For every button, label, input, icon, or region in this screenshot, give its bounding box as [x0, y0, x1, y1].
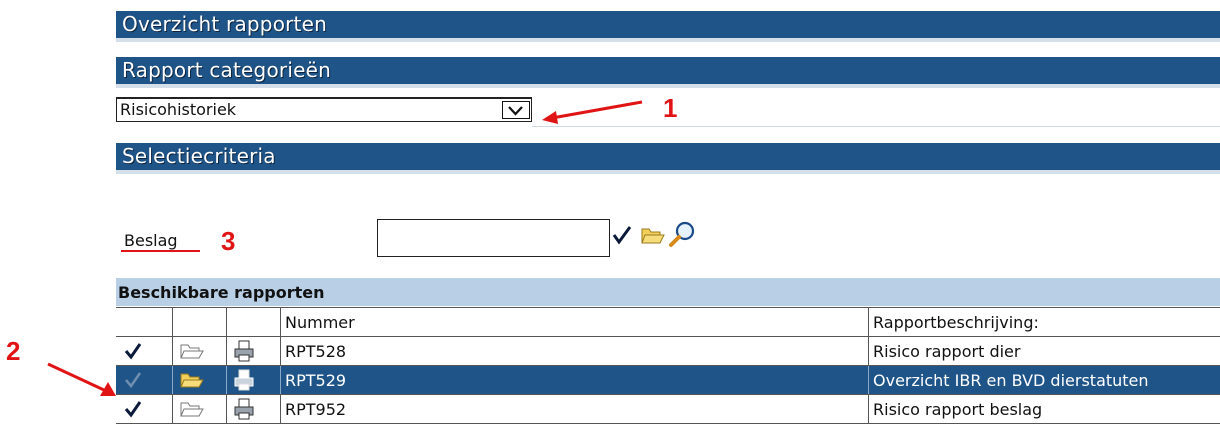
folder-open-icon[interactable]	[179, 370, 205, 390]
annotation-underline	[121, 250, 200, 252]
row-print-cell[interactable]	[226, 395, 280, 423]
row-description: Overzicht IBR en BVD dierstatuten	[868, 366, 1220, 394]
header-overview: Overzicht rapporten	[116, 11, 1220, 42]
row-print-cell[interactable]	[226, 337, 280, 365]
row-number: RPT529	[280, 366, 868, 394]
folder-open-icon[interactable]	[640, 224, 666, 246]
annotation-number-1: 1	[663, 93, 678, 123]
row-print-cell[interactable]	[226, 366, 280, 394]
search-icon[interactable]	[668, 220, 698, 248]
row-open-cell[interactable]	[172, 395, 226, 423]
row-number: RPT528	[280, 337, 868, 365]
reports-table: Nummer Rapportbeschrijving: RPT528 Risic…	[116, 307, 1220, 424]
beslag-label[interactable]: Beslag	[124, 231, 178, 250]
annotation-arrow-2	[47, 362, 116, 396]
printer-icon[interactable]	[233, 340, 255, 362]
column-header-description: Rapportbeschrijving:	[868, 308, 1220, 336]
row-select-cell[interactable]	[116, 366, 172, 394]
check-icon[interactable]	[124, 400, 142, 418]
row-open-cell[interactable]	[172, 337, 226, 365]
annotation-number-3: 3	[221, 226, 236, 256]
printer-icon[interactable]	[233, 369, 255, 391]
header-selection-title: Selectiecriteria	[122, 144, 276, 168]
header-selection: Selectiecriteria	[116, 143, 1220, 174]
table-row[interactable]: RPT528 Risico rapport dier	[116, 337, 1220, 366]
beslag-input[interactable]	[377, 219, 610, 257]
check-icon[interactable]	[124, 342, 142, 360]
chevron-down-icon[interactable]	[502, 101, 530, 119]
annotation-arrow-1	[542, 100, 643, 124]
reports-title: Beschikbare rapporten	[116, 278, 1220, 306]
header-cell-open	[172, 308, 226, 336]
header-cell-check	[116, 308, 172, 336]
category-select-value: Risicohistoriek	[120, 100, 237, 119]
table-row[interactable]: RPT952 Risico rapport beslag	[116, 395, 1220, 424]
row-select-cell[interactable]	[116, 337, 172, 365]
table-header-row: Nummer Rapportbeschrijving:	[116, 307, 1220, 337]
header-categories: Rapport categorieën	[116, 57, 1220, 88]
column-header-number: Nummer	[280, 308, 868, 336]
check-icon[interactable]	[124, 371, 142, 389]
row-description: Risico rapport beslag	[868, 395, 1220, 423]
header-cell-print	[226, 308, 280, 336]
folder-open-icon[interactable]	[179, 341, 205, 361]
header-overview-title: Overzicht rapporten	[122, 12, 327, 36]
row-number: RPT952	[280, 395, 868, 423]
row-open-cell[interactable]	[172, 366, 226, 394]
header-categories-title: Rapport categorieën	[122, 58, 331, 82]
row-select-cell[interactable]	[116, 395, 172, 423]
category-select[interactable]: Risicohistoriek	[116, 97, 532, 122]
table-row-selected[interactable]: RPT529 Overzicht IBR en BVD dierstatuten	[116, 366, 1220, 395]
folder-open-icon[interactable]	[179, 399, 205, 419]
printer-icon[interactable]	[233, 398, 255, 420]
validate-check-icon[interactable]	[611, 224, 633, 246]
annotation-number-2: 2	[6, 336, 21, 366]
row-description: Risico rapport dier	[868, 337, 1220, 365]
